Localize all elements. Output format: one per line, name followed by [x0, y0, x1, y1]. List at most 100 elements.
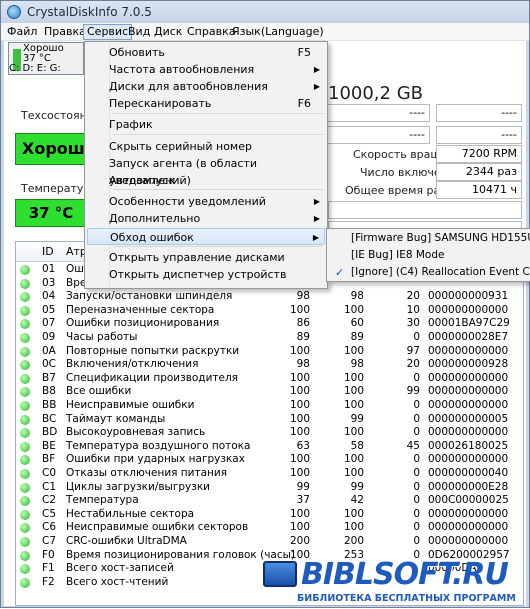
- menu-language[interactable]: Язык(Language): [232, 25, 324, 38]
- table-row[interactable]: C6 Неисправимые ошибки секторов 100 100 0 000…: [16, 521, 523, 535]
- submenu-arrow-icon: ▶: [313, 214, 320, 223]
- cell-name: Все ошибки: [66, 385, 132, 398]
- cell-worst: 89: [350, 331, 364, 343]
- cell-name: Отказы отключения питания: [66, 467, 228, 479]
- table-row[interactable]: B8 Все ошибки 100 100 99 000000000000: [16, 385, 523, 399]
- cell-name: CRC-ошибки UltraDMA: [66, 535, 187, 547]
- cell-id: BC: [42, 412, 57, 425]
- cell-cur: 63: [296, 439, 310, 452]
- table-row[interactable]: BD Высокоуровневая запись 100 100 0 000000000…: [16, 426, 523, 440]
- smart-attributes-table[interactable]: ID Атри 01 Оши 03 Врем 04 Запуски/остановки ш…: [15, 241, 524, 606]
- menu-item[interactable]: Дополнительно ▶: [87, 210, 325, 227]
- menu-item[interactable]: Особенности уведомлений ▶: [87, 193, 325, 210]
- status-led-icon: [20, 387, 30, 398]
- watermark-brand: BIBLSOFT.RU: [301, 557, 509, 592]
- drive-letters: C: D: E: G:: [9, 63, 61, 74]
- menu-file[interactable]: Файл: [7, 25, 37, 38]
- table-row[interactable]: BF Ошибки при ударных нагрузках 100 100 0 000…: [16, 453, 523, 467]
- error-bypass-submenu: [Firmware Bug] SAMSUNG HD155UI/HD204UI [I…: [326, 228, 530, 282]
- menu-help[interactable]: Справка: [187, 25, 235, 38]
- cell-id: BD: [42, 426, 58, 439]
- cell-cur: 100: [289, 303, 310, 316]
- cell-worst: 100: [343, 344, 364, 357]
- cell-thr: 45: [406, 439, 420, 452]
- menu-item-label: Открыть диспетчер устройств: [109, 268, 287, 281]
- checkmark-icon: ✓: [335, 266, 345, 279]
- cell-id: C1: [42, 480, 57, 493]
- table-row[interactable]: 0C Включения/отключения 98 98 20 000000000928: [16, 358, 523, 372]
- menu-edit[interactable]: Правка: [44, 25, 86, 38]
- cell-worst: 100: [343, 521, 364, 534]
- table-row[interactable]: BB Неисправимые ошибки 100 100 0 000000000000: [16, 399, 523, 413]
- cell-cur: 100: [289, 385, 310, 398]
- cell-raw: 000000000000: [428, 399, 509, 411]
- status-led-icon: [20, 278, 30, 289]
- table-row[interactable]: C5 Нестабильные сектора 100 100 0 00000000000…: [16, 507, 523, 522]
- info-field-bottom-1: [328, 201, 522, 219]
- status-led-icon: [20, 441, 30, 452]
- table-row[interactable]: 04 Запуски/остановки шпинделя 98 98 20 000000…: [16, 290, 523, 304]
- cell-cur: 200: [289, 535, 310, 547]
- status-led-icon: [20, 564, 30, 575]
- cell-name: Температура: [66, 494, 139, 507]
- menu-separator: [113, 246, 323, 247]
- drive-selector[interactable]: Хорошо 37 °C C: D: E: G:: [8, 42, 84, 75]
- table-row[interactable]: 09 Часы работы 89 89 0 0000000028E7: [16, 331, 523, 345]
- cell-worst: 100: [343, 371, 364, 384]
- table-row[interactable]: BE Температура воздушного потока 63 58 45 000…: [16, 439, 523, 454]
- menu-separator: [113, 189, 323, 190]
- submenu-item[interactable]: ✓ [Ignore] (C4) Reallocation Event Count: [329, 264, 530, 281]
- cell-worst: 58: [350, 439, 364, 452]
- header-id[interactable]: ID: [42, 245, 54, 258]
- status-led-icon: [20, 537, 30, 547]
- submenu-arrow-icon: ▶: [313, 65, 320, 74]
- cell-id: F0: [42, 548, 55, 561]
- menu-item[interactable]: Открыть управление дисками: [87, 249, 325, 266]
- table-row[interactable]: 0A Повторные попытки раскрутки 100 100 97 000…: [16, 344, 523, 359]
- cell-worst: 100: [343, 467, 364, 479]
- table-row[interactable]: B7 Спецификации производителя 100 100 0 00000…: [16, 371, 523, 386]
- cell-name: Всего хост-записей: [66, 562, 174, 575]
- cell-name: Нестабильные сектора: [66, 507, 195, 520]
- cell-raw: 000000000000: [428, 535, 509, 547]
- cell-cur: 99: [296, 480, 310, 493]
- menu-item[interactable]: Обход ошибок ▶: [87, 228, 325, 245]
- power-hours-value: 10471 ч: [436, 181, 522, 199]
- menu-item[interactable]: Диски для автообновления ▶: [87, 78, 325, 95]
- cell-name: Таймаут команды: [66, 412, 166, 425]
- table-row[interactable]: BC Таймаут команды 100 99 0 000000000005: [16, 412, 523, 427]
- menu-item[interactable]: Пересканировать F6: [87, 95, 325, 112]
- menu-disk[interactable]: Диск: [154, 25, 182, 38]
- menu-item[interactable]: Скрыть серийный номер: [87, 138, 325, 155]
- menu-service[interactable]: Сервис: [83, 24, 133, 40]
- cell-cur: 100: [289, 371, 310, 384]
- cell-thr: 0: [413, 521, 420, 534]
- submenu-item[interactable]: [Firmware Bug] SAMSUNG HD155UI/HD204UI: [329, 230, 530, 247]
- cell-thr: 0: [413, 331, 420, 343]
- table-row[interactable]: C1 Циклы загрузки/выгрузки 99 99 0 000000000E…: [16, 480, 523, 495]
- watermark-tagline: БИБЛИОТЕКА БЕСПЛАТНЫХ ПРОГРАММ: [297, 593, 516, 604]
- menu-item-label: Обновить: [109, 46, 165, 59]
- menu-item[interactable]: Обновить F5: [87, 44, 325, 61]
- table-row[interactable]: C0 Отказы отключения питания 100 100 0 000000…: [16, 467, 523, 481]
- cell-name: Неисправимые ошибки секторов: [66, 521, 249, 534]
- cell-name: Включения/отключения: [66, 358, 199, 371]
- menu-item-shortcut: F5: [297, 46, 311, 59]
- submenu-item[interactable]: [IE Bug] IE8 Mode: [329, 247, 530, 264]
- cell-id: BB: [42, 399, 57, 411]
- cell-worst: 100: [343, 453, 364, 466]
- menu-item[interactable]: График: [87, 116, 325, 133]
- cell-thr: 99: [406, 385, 420, 398]
- table-row[interactable]: C7 CRC-ошибки UltraDMA 200 200 0 000000000000: [16, 535, 523, 549]
- cell-worst: 100: [343, 303, 364, 316]
- cell-id: B8: [42, 385, 56, 398]
- table-row[interactable]: 07 Ошибки позиционирования 86 60 30 00001BA97…: [16, 317, 523, 331]
- menu-item[interactable]: Частота автообновления ▶: [87, 61, 325, 78]
- menu-item[interactable]: Автозапуск: [87, 172, 325, 189]
- cell-cur: 100: [289, 507, 310, 520]
- table-row[interactable]: C2 Температура 37 42 0 000C00000025: [16, 494, 523, 508]
- menu-item[interactable]: Открыть диспетчер устройств: [87, 266, 325, 283]
- menu-view[interactable]: Вид: [128, 25, 150, 38]
- table-row[interactable]: 05 Переназначенные сектора 100 100 10 0000000…: [16, 303, 523, 318]
- menu-item[interactable]: Запуск агента (в области уведомлений): [87, 155, 325, 187]
